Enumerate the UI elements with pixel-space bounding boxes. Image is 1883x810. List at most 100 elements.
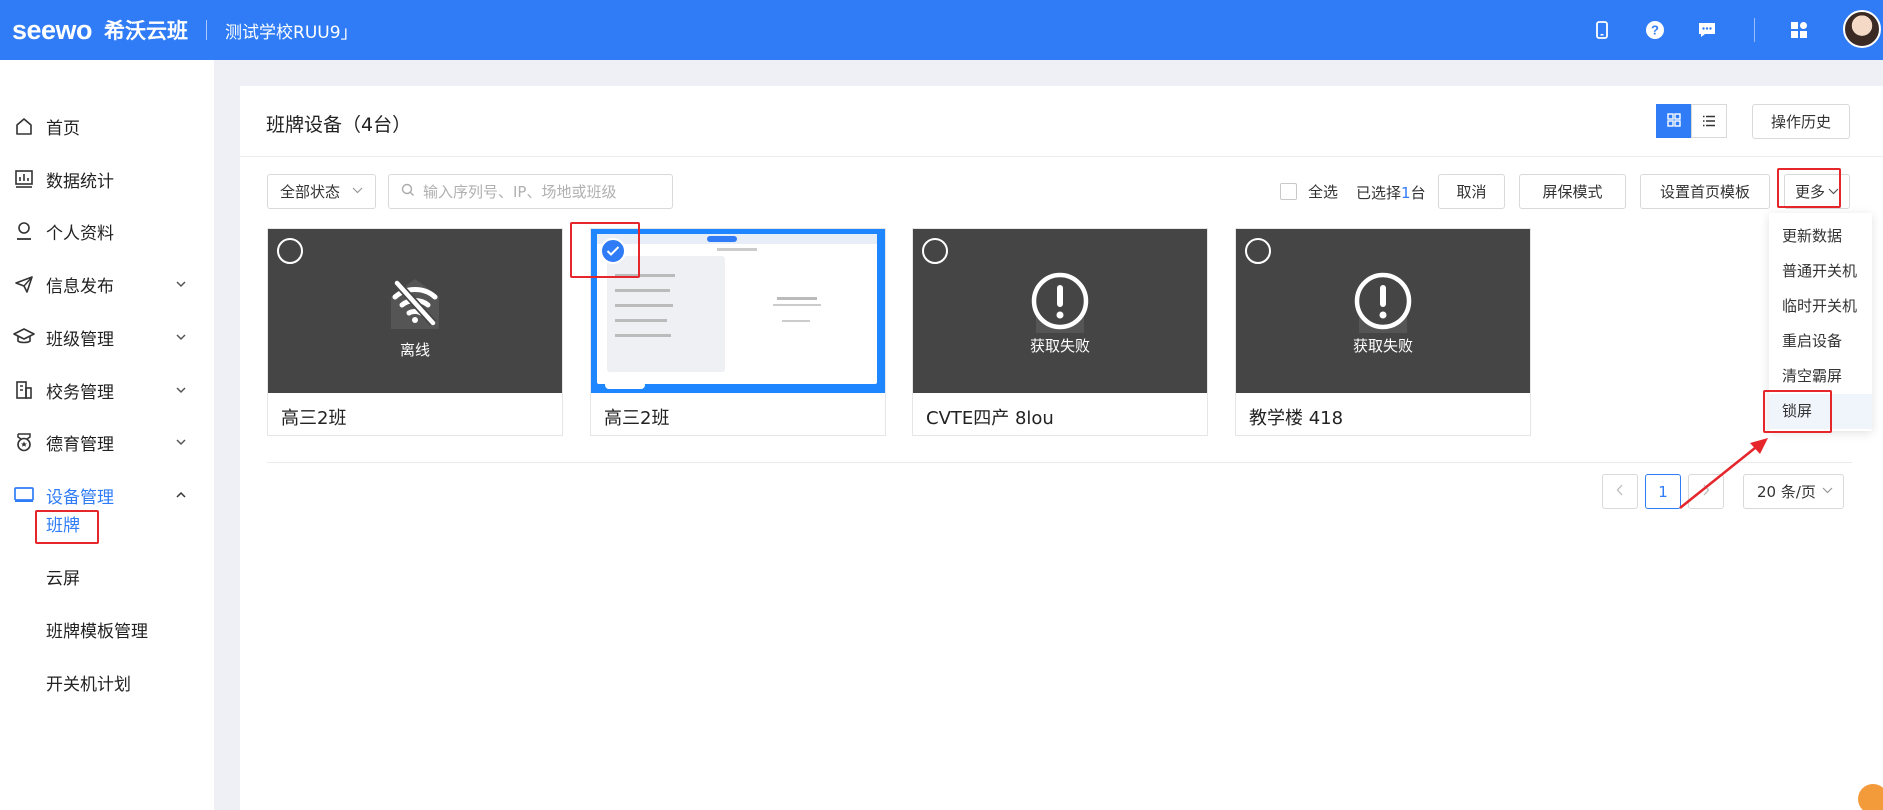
sidebar-item-profile[interactable]: 个人资料 [0,211,214,251]
list-view-button[interactable] [1691,104,1727,138]
chevron-down-icon [175,277,187,291]
select-all-label: 全选 [1308,183,1339,201]
sidebar-item-statistics[interactable]: 数据统计 [0,159,214,199]
wifi-off-icon [381,267,449,335]
sidebar-item-publish[interactable]: 信息发布 [0,264,214,304]
device-card[interactable]: 获取失败 CVTE四产 8lou [912,228,1208,436]
status-filter-value: 全部状态 [280,183,341,201]
chevron-up-icon [175,488,187,502]
send-icon [13,273,35,295]
device-status-label: 离线 [399,341,430,359]
sidebar-item-class-management[interactable]: 班级管理 [0,317,214,357]
sidebar-subitem-power-schedule[interactable]: 开关机计划 [46,671,131,699]
grid-icon [1667,112,1681,131]
device-name: 教学楼 418 [1249,408,1344,429]
annotation-arrow [1679,438,1768,509]
sidebar-item-label: 首页 [46,118,80,139]
device-card[interactable]: 获取失败 教学楼 418 [1235,228,1531,436]
status-filter-select[interactable]: 全部状态 [267,174,376,209]
sidebar-item-label: 德育管理 [46,434,114,455]
chevron-left-icon [1616,484,1624,500]
sidebar-subitem-template-management[interactable]: 班牌模板管理 [46,618,148,646]
help-icon[interactable]: ? [1642,17,1668,43]
building-icon [13,379,35,401]
device-name: CVTE四产 8lou [926,408,1054,429]
operation-history-button[interactable]: 操作历史 [1752,104,1850,139]
sidebar-item-school-affairs[interactable]: 校务管理 [0,370,214,410]
top-header: seewo 希沃云班 测试学校RUU9」 ? [0,0,1883,60]
phone-icon[interactable] [1589,17,1615,43]
svg-text:?: ? [1651,23,1659,38]
message-icon[interactable] [1694,17,1720,43]
device-select-radio[interactable] [922,238,948,264]
brand-divider [206,20,208,40]
search-input[interactable] [423,182,663,201]
sidebar-item-label: 数据统计 [46,171,114,192]
device-select-radio[interactable] [277,238,303,264]
selected-suffix: 台 [1410,184,1426,202]
graduation-icon [13,326,35,348]
menu-item-update-data[interactable]: 更新数据 [1769,219,1872,254]
avatar[interactable] [1843,10,1881,48]
set-home-template-button[interactable]: 设置首页模板 [1640,174,1770,209]
device-name: 高三2班 [281,408,347,429]
sidebar-subitem-banpai[interactable]: 班牌 [46,512,80,540]
menu-item-clear-takeover[interactable]: 清空霸屏 [1769,359,1872,394]
sidebar-item-home[interactable]: 首页 [0,106,214,146]
chevron-down-icon [175,330,187,344]
header-divider [1754,18,1755,42]
menu-item-normal-power[interactable]: 普通开关机 [1769,254,1872,289]
alert-icon [1349,267,1417,335]
select-all-checkbox[interactable]: 全选 [1280,181,1338,202]
device-thumbnail: 获取失败 [1236,229,1530,393]
sidebar: 首页 数据统计 个人资料 信息发布 班级管理 校务管理 德育管理 设备管理 班牌… [0,60,214,810]
menu-item-temporary-power[interactable]: 临时开关机 [1769,289,1872,324]
sidebar-item-label: 校务管理 [46,382,114,403]
sidebar-item-moral-education[interactable]: 德育管理 [0,422,214,462]
screensaver-mode-button[interactable]: 屏保模式 [1519,174,1626,209]
device-thumbnail: 离线 [268,229,562,393]
menu-item-lock-screen[interactable]: 锁屏 [1769,394,1872,429]
chevron-down-icon [1822,484,1833,497]
sidebar-item-label: 个人资料 [46,223,114,244]
device-select-radio[interactable] [600,238,626,264]
screen-preview [597,234,877,384]
sidebar-item-label: 信息发布 [46,276,114,297]
sidebar-item-label: 班级管理 [46,329,114,350]
prev-page-button[interactable] [1602,474,1638,509]
checkbox-box [1280,183,1297,200]
list-icon [1702,112,1716,131]
chevron-down-icon [352,184,363,197]
selected-count: 1 [1401,184,1411,202]
sidebar-item-label: 设备管理 [46,487,114,508]
search-icon [401,182,415,201]
home-icon [13,115,35,137]
cancel-button[interactable]: 取消 [1438,174,1505,209]
apps-icon[interactable] [1786,17,1812,43]
more-button[interactable]: 更多 [1784,174,1850,209]
page-title: 班牌设备（4台） [266,114,412,136]
brand[interactable]: seewo 希沃云班 测试学校RUU9」 [12,10,358,50]
floating-helper-icon[interactable] [1858,784,1883,810]
device-select-radio[interactable] [1245,238,1271,264]
menu-item-restart-device[interactable]: 重启设备 [1769,324,1872,359]
sidebar-subitem-cloud-screen[interactable]: 云屏 [46,565,80,593]
grid-view-button[interactable] [1656,104,1692,138]
search-box[interactable] [388,174,673,209]
badge-icon [13,431,35,453]
device-name: 高三2班 [604,408,670,429]
chevron-down-icon [175,383,187,397]
more-label: 更多 [1794,183,1825,201]
chart-icon [13,168,35,190]
header-divider-line [240,156,1883,157]
more-dropdown-menu: 更新数据 普通开关机 临时开关机 重启设备 清空霸屏 锁屏 [1769,213,1872,431]
device-status-label: 获取失败 [1029,337,1090,355]
device-thumbnail: 获取失败 [913,229,1207,393]
device-card[interactable]: 离线 高三2班 [267,228,563,436]
brand-name: 希沃云班 [104,19,189,43]
device-thumbnail [591,229,885,393]
school-name: 测试学校RUU9」 [225,22,358,43]
monitor-icon [13,484,35,506]
sidebar-item-device-management[interactable]: 设备管理 [0,475,214,515]
device-card[interactable]: 高三2班 [590,228,886,436]
